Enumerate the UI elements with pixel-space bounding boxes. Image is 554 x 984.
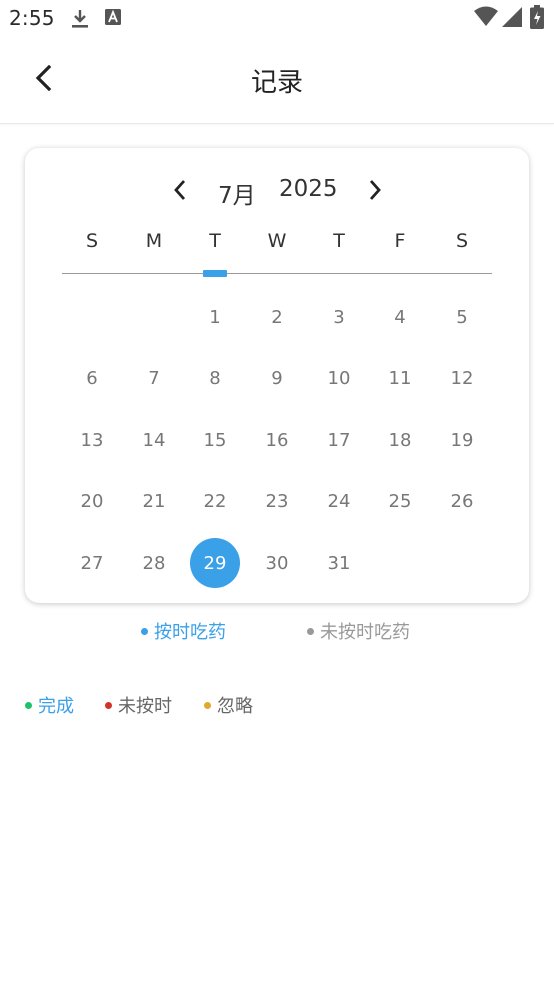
wifi-icon [474,6,498,30]
day-cell[interactable]: 31 [314,538,364,588]
day-cell[interactable]: 27 [67,538,117,588]
weekday-label: M [145,230,163,252]
status-ignored: 忽略 [204,692,253,718]
day-cell[interactable]: 23 [252,476,302,526]
next-month-button[interactable] [361,178,389,206]
day-cell[interactable]: 25 [375,476,425,526]
page-title: 记录 [250,68,303,98]
day-cell[interactable]: 18 [375,415,425,465]
status-complete: 完成 [25,692,74,718]
calendar-card: 7月 2025 S M T W T F S 1 2 3 4 5 6 7 8 9 10 11 12 13 1… [25,148,529,603]
day-cell[interactable]: 14 [129,415,179,465]
status-label: 未按时 [118,696,172,717]
chevron-left-icon [172,179,188,205]
weekday-label: T [333,230,345,252]
legend-label: 未按时吃药 [320,622,410,643]
day-cell[interactable]: 7 [129,353,179,403]
day-cell[interactable]: 13 [67,415,117,465]
legend-dot [141,627,148,635]
app-notification-icon [104,8,122,30]
status-label: 忽略 [217,696,253,717]
download-icon [70,8,90,34]
year-label: 2025 [279,176,338,202]
previous-month-button[interactable] [166,178,194,206]
weekday-label: S [85,230,99,252]
day-cell[interactable]: 2 [252,292,302,342]
weekday-label: T [209,230,221,252]
day-cell[interactable]: 22 [190,476,240,526]
weekday-label: W [267,230,287,252]
month-navigation: 7月 2025 [25,174,529,210]
day-cell[interactable]: 1 [190,292,240,342]
day-cell[interactable]: 8 [190,353,240,403]
weekday-divider [62,273,492,274]
day-cell[interactable]: 20 [67,476,117,526]
day-cell[interactable]: 28 [129,538,179,588]
day-cell[interactable]: 3 [314,292,364,342]
status-dot [25,701,32,709]
status-dot [105,701,112,709]
status-late: 未按时 [105,692,172,718]
chevron-right-icon [367,179,383,205]
day-cell[interactable]: 4 [375,292,425,342]
day-cell-selected[interactable]: 29 [190,538,240,588]
day-cell[interactable]: 5 [437,292,487,342]
legend-not-on-time[interactable]: 未按时吃药 [307,618,410,644]
month-label: 7月 [218,183,256,209]
legend-dot [307,627,314,635]
day-cell[interactable]: 6 [67,353,117,403]
legend-label: 按时吃药 [154,622,226,643]
weekday-label: S [455,230,469,252]
day-cell[interactable]: 26 [437,476,487,526]
day-cell[interactable]: 17 [314,415,364,465]
status-label: 完成 [38,696,74,717]
day-cell[interactable]: 19 [437,415,487,465]
today-indicator [203,270,227,277]
day-cell[interactable]: 15 [190,415,240,465]
day-cell[interactable]: 10 [314,353,364,403]
day-cell[interactable]: 12 [437,353,487,403]
status-time: 2:55 [9,6,55,30]
day-cell[interactable]: 11 [375,353,425,403]
app-bar: 记录 [0,38,554,124]
filter-legend: 按时吃药 未按时吃药 [0,618,554,646]
weekday-label: F [394,230,406,252]
status-legend: 完成 未按时 忽略 [0,692,554,720]
day-cell[interactable]: 30 [252,538,302,588]
signal-icon [502,7,522,31]
battery-charging-icon [530,5,544,33]
weekday-header: S M T W T F S [62,230,492,256]
day-cell[interactable]: 9 [252,353,302,403]
day-cell[interactable]: 21 [129,476,179,526]
status-bar: 2:55 [0,0,554,38]
legend-on-time[interactable]: 按时吃药 [141,618,226,644]
status-dot [204,701,211,709]
day-cell[interactable]: 16 [252,415,302,465]
day-cell[interactable]: 24 [314,476,364,526]
